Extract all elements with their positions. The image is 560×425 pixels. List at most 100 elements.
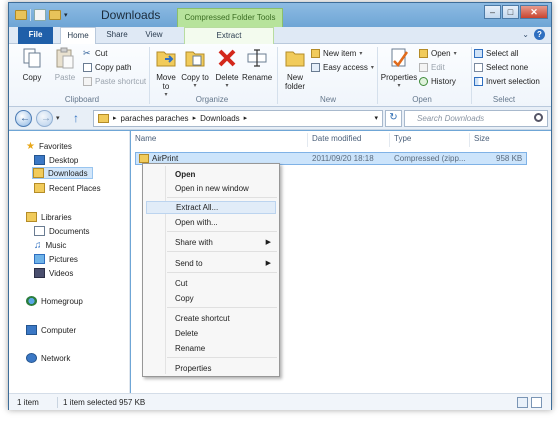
chevron-down-icon[interactable]: ⌄ [522,30,529,39]
forward-arrow-icon: → [41,113,51,124]
tree-favorites[interactable]: ★ Favorites [26,140,72,152]
tree-pictures[interactable]: Pictures [34,253,78,265]
homegroup-label: Homegroup [41,296,83,306]
music-icon: ♫ [34,239,42,251]
menu-item-share-with[interactable]: Share with ▶ [167,236,275,249]
properties-icon [391,48,409,67]
divider [167,231,277,232]
menu-item-copy[interactable]: Copy [167,292,275,305]
organize-group-label: Organize [195,95,229,104]
address-bar[interactable]: ▸ paraches paraches ▸ Downloads ▸ ▾ [93,110,383,127]
menu-item-rename[interactable]: Rename [167,342,275,355]
up-button[interactable]: ↑ [69,111,83,125]
tab-share[interactable]: Share [99,27,135,44]
menu-item-extract-all[interactable]: Extract All... [146,201,276,214]
recent-places-label: Recent Places [49,183,101,193]
select-all-button[interactable]: Select all [474,48,518,59]
rename-button[interactable]: Rename [242,47,272,82]
back-button[interactable]: ← [15,110,32,127]
divider [389,133,390,147]
open-button[interactable]: Open ▾ [419,48,457,59]
tree-homegroup[interactable]: Homegroup [26,295,83,307]
easy-access-icon [311,63,320,72]
column-header-name[interactable]: Name [135,134,156,143]
downloads-label: Downloads [48,168,88,178]
menu-item-delete[interactable]: Delete [167,327,275,340]
tree-computer[interactable]: Computer [26,324,76,336]
invert-selection-button[interactable]: Invert selection [474,76,540,87]
tree-music[interactable]: ♫ Music [34,239,66,251]
details-view-button[interactable] [517,397,528,408]
tab-extract[interactable]: Extract [184,27,274,44]
chevron-down-icon[interactable]: ▾ [64,11,68,19]
explorer-window: ▾ Downloads Compressed Folder Tools – □ … [8,2,552,410]
delete-button[interactable]: Delete ▾ [214,47,240,91]
desktop-icon [34,155,45,165]
divider [167,251,277,252]
tree-recent-places[interactable]: Recent Places [34,182,101,194]
edit-button[interactable]: Edit [419,62,445,73]
chevron-down-icon: ▾ [193,83,197,89]
column-header-date-modified[interactable]: Date modified [312,134,361,143]
history-button[interactable]: History [419,76,456,87]
address-dropdown[interactable]: ▾ [374,111,378,126]
easy-access-button[interactable]: Easy access ▾ [311,62,374,73]
menu-item-create-shortcut[interactable]: Create shortcut [167,312,275,325]
menu-item-open-in-new-window[interactable]: Open in new window [167,182,275,195]
copy-label: Copy [22,73,42,82]
tree-network[interactable]: Network [26,352,70,364]
menu-item-properties[interactable]: Properties [167,362,275,375]
new-folder-button[interactable]: New folder [280,47,310,91]
move-to-icon [156,51,176,67]
breadcrumb-user[interactable]: paraches paraches [121,111,189,126]
chevron-down-icon: ▾ [370,65,374,71]
copy-to-button[interactable]: Copy to ▾ [181,47,209,91]
downloads-folder-icon [33,168,44,178]
forward-button[interactable]: → [36,110,53,127]
cut-button[interactable]: ✂ Cut [83,48,107,59]
move-to-button[interactable]: Move to ▾ [152,47,180,100]
menu-item-open[interactable]: Open [167,168,275,181]
help-icon[interactable]: ? [534,29,545,40]
paste-label: Paste [54,73,76,82]
menu-item-open-with[interactable]: Open with... [167,216,275,229]
search-input[interactable]: Search Downloads [404,110,548,127]
close-button[interactable]: ✕ [520,5,548,19]
breadcrumb-downloads[interactable]: Downloads [200,111,240,126]
quick-access-toolbar: ▾ [15,8,68,22]
refresh-button[interactable]: ↻ [385,110,402,127]
tab-home[interactable]: Home [60,27,96,45]
tab-file[interactable]: File [18,27,53,44]
pictures-icon [34,254,45,264]
tree-videos[interactable]: Videos [34,267,73,279]
divider [167,197,277,198]
column-header-size[interactable]: Size [474,134,490,143]
minimize-button[interactable]: – [484,5,501,19]
recent-locations-dropdown[interactable]: ▾ [56,114,60,122]
select-none-button[interactable]: Select none [474,62,528,73]
properties-quick-icon[interactable] [34,9,46,21]
menu-item-send-to[interactable]: Send to ▶ [167,257,275,270]
chevron-down-icon: ▾ [359,51,363,57]
invert-selection-icon [474,77,483,86]
tree-desktop[interactable]: Desktop [34,154,78,166]
move-to-label: Move to [156,73,176,91]
tree-downloads[interactable]: Downloads [32,167,93,179]
maximize-button[interactable]: □ [502,5,519,19]
paste-button[interactable]: Paste [51,47,79,82]
search-placeholder: Search Downloads [417,114,485,123]
large-icons-view-button[interactable] [531,397,542,408]
new-item-button[interactable]: New item ▾ [311,48,362,59]
up-arrow-icon: ↑ [73,111,79,125]
tab-view[interactable]: View [139,27,169,44]
copy-button[interactable]: Copy [17,47,47,82]
new-folder-quick-icon[interactable] [49,10,61,20]
menu-item-cut[interactable]: Cut [167,277,275,290]
paste-shortcut-button[interactable]: Paste shortcut [83,76,146,87]
properties-button[interactable]: Properties ▾ [380,47,418,91]
file-size: 958 KB [496,154,523,163]
tree-documents[interactable]: Documents [34,225,89,237]
column-header-type[interactable]: Type [394,134,411,143]
tree-libraries[interactable]: Libraries [26,211,72,223]
copy-path-button[interactable]: Copy path [83,62,131,73]
